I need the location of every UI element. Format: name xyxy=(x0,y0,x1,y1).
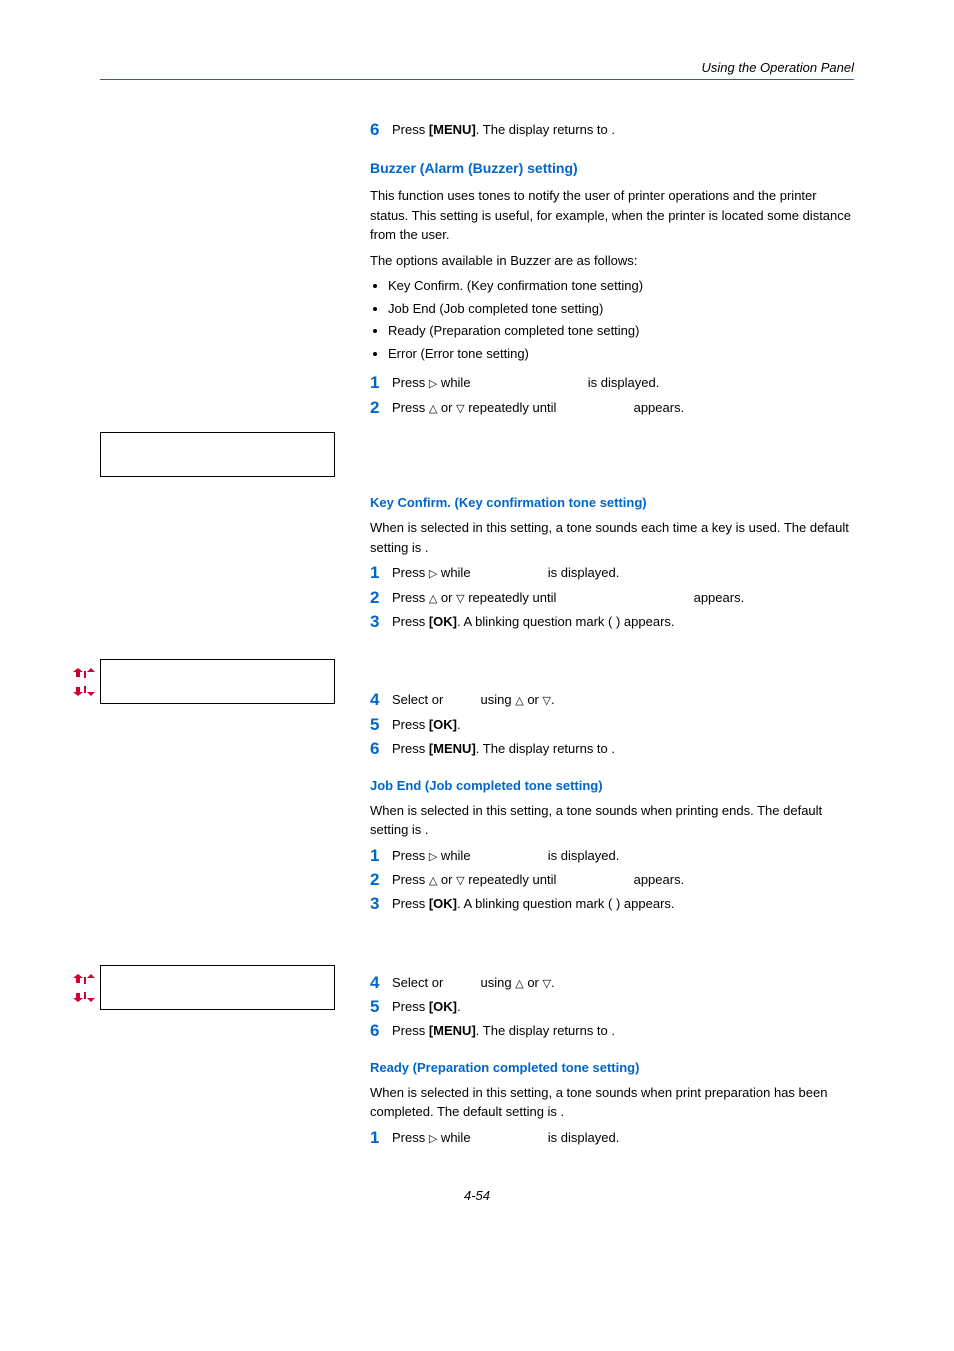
step-text: Press [MENU]. The display returns to . xyxy=(392,739,854,759)
lcd-display-box-3 xyxy=(100,965,335,1010)
step-number: 5 xyxy=(370,715,392,735)
step-text: Press ▷ while is displayed. xyxy=(392,373,854,393)
heading-ready: Ready (Preparation completed tone settin… xyxy=(370,1060,854,1075)
step-row: 2 Press △ or ▽ repeatedly until appears. xyxy=(370,870,854,890)
paragraph: The options available in Buzzer are as f… xyxy=(370,251,854,271)
nav-arrows-icon xyxy=(73,667,97,697)
step-number: 4 xyxy=(370,973,392,993)
step-row: 6 Press [MENU]. The display returns to . xyxy=(370,120,854,140)
step-row: 2 Press △ or ▽ repeatedly until appears. xyxy=(370,588,854,608)
header-section: Using the Operation Panel xyxy=(100,60,854,75)
bullet-list: Key Confirm. (Key confirmation tone sett… xyxy=(370,276,854,363)
step-number: 6 xyxy=(370,120,392,140)
step-number: 3 xyxy=(370,894,392,914)
list-item: Ready (Preparation completed tone settin… xyxy=(388,321,854,341)
step-number: 1 xyxy=(370,1128,392,1148)
paragraph: When is selected in this setting, a tone… xyxy=(370,518,854,557)
down-triangle-icon: ▽ xyxy=(456,873,464,890)
step-row: 4 Select or using △ or ▽. xyxy=(370,973,854,993)
step-text: Press [MENU]. The display returns to . xyxy=(392,1021,854,1041)
step-text: Press △ or ▽ repeatedly until appears. xyxy=(392,870,854,890)
step-number: 6 xyxy=(370,1021,392,1041)
step-text: Select or using △ or ▽. xyxy=(392,973,854,993)
lcd-display-box-2 xyxy=(100,659,335,704)
step-text: Press [OK]. xyxy=(392,715,854,735)
step-row: 1 Press ▷ while is displayed. xyxy=(370,846,854,866)
header-rule xyxy=(100,79,854,80)
step-number: 2 xyxy=(370,870,392,890)
step-number: 2 xyxy=(370,588,392,608)
step-number: 1 xyxy=(370,846,392,866)
step-row: 4 Select or using △ or ▽. xyxy=(370,690,854,710)
page-number: 4-54 xyxy=(100,1188,854,1203)
paragraph: When is selected in this setting, a tone… xyxy=(370,1083,854,1122)
step-row: 1 Press ▷ while is displayed. xyxy=(370,1128,854,1148)
paragraph: This function uses tones to notify the u… xyxy=(370,186,854,245)
down-triangle-icon: ▽ xyxy=(543,976,551,993)
heading-buzzer: Buzzer (Alarm (Buzzer) setting) xyxy=(370,160,854,176)
step-number: 5 xyxy=(370,997,392,1017)
step-number: 2 xyxy=(370,398,392,418)
list-item: Job End (Job completed tone setting) xyxy=(388,299,854,319)
paragraph: When is selected in this setting, a tone… xyxy=(370,801,854,840)
step-number: 1 xyxy=(370,373,392,393)
step-number: 1 xyxy=(370,563,392,583)
list-item: Key Confirm. (Key confirmation tone sett… xyxy=(388,276,854,296)
down-triangle-icon: ▽ xyxy=(456,401,464,418)
step-text: Press △ or ▽ repeatedly until appears. xyxy=(392,398,854,418)
step-number: 4 xyxy=(370,690,392,710)
step-row: 6 Press [MENU]. The display returns to . xyxy=(370,739,854,759)
nav-arrows-icon xyxy=(73,973,97,1003)
step-row: 1 Press ▷ while is displayed. xyxy=(370,563,854,583)
step-text: Press ▷ while is displayed. xyxy=(392,846,854,866)
lcd-display-box-1 xyxy=(100,432,335,477)
step-row: 2 Press △ or ▽ repeatedly until appears. xyxy=(370,398,854,418)
step-row: 5 Press [OK]. xyxy=(370,997,854,1017)
step-text: Press ▷ while is displayed. xyxy=(392,1128,854,1148)
up-triangle-icon: △ xyxy=(515,976,523,993)
down-triangle-icon: ▽ xyxy=(543,693,551,710)
down-triangle-icon: ▽ xyxy=(456,591,464,608)
step-text: Select or using △ or ▽. xyxy=(392,690,854,710)
step-text: Press [OK]. xyxy=(392,997,854,1017)
step-text: Press ▷ while is displayed. xyxy=(392,563,854,583)
step-row: 3 Press [OK]. A blinking question mark (… xyxy=(370,894,854,914)
up-triangle-icon: △ xyxy=(515,693,523,710)
step-row: 3 Press [OK]. A blinking question mark (… xyxy=(370,612,854,632)
step-number: 3 xyxy=(370,612,392,632)
step-number: 6 xyxy=(370,739,392,759)
heading-jobend: Job End (Job completed tone setting) xyxy=(370,778,854,793)
step-row: 6 Press [MENU]. The display returns to . xyxy=(370,1021,854,1041)
step-text: Press [MENU]. The display returns to . xyxy=(392,120,854,140)
heading-keyconfirm: Key Confirm. (Key confirmation tone sett… xyxy=(370,495,854,510)
step-text: Press △ or ▽ repeatedly until appears. xyxy=(392,588,854,608)
step-text: Press [OK]. A blinking question mark ( )… xyxy=(392,612,854,632)
step-row: 1 Press ▷ while is displayed. xyxy=(370,373,854,393)
step-text: Press [OK]. A blinking question mark ( )… xyxy=(392,894,854,914)
step-row: 5 Press [OK]. xyxy=(370,715,854,735)
list-item: Error (Error tone setting) xyxy=(388,344,854,364)
